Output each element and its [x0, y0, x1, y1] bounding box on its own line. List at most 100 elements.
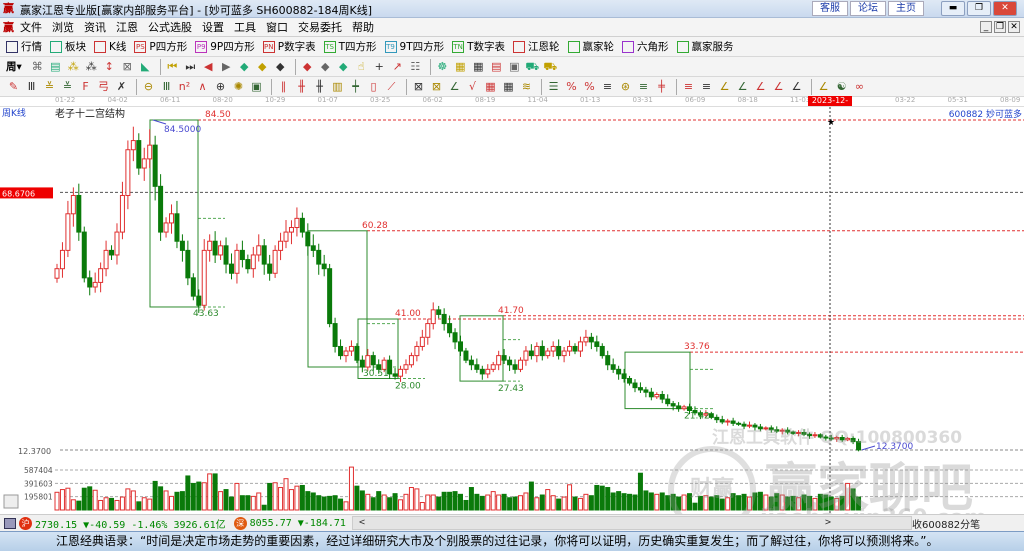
menu-2[interactable]: 资讯 [84, 19, 106, 35]
toolbar3-tool-28-icon[interactable]: ☰ [546, 79, 561, 94]
toolbar-p9-button[interactable]: P9 9P四方形 [195, 39, 255, 54]
toolbar3-tool-20-icon[interactable]: ⟋ [384, 79, 399, 94]
toolbar2-tool-6-icon[interactable]: ◣ [138, 59, 153, 74]
toolbar3-tool-38-icon[interactable]: ∠ [735, 79, 750, 94]
toolbar2-tool-20-icon[interactable]: ☷ [408, 59, 423, 74]
toolbar3-tool-13-icon[interactable]: ▣ [249, 79, 264, 94]
menu-4[interactable]: 公式选股 [148, 19, 192, 35]
menu-3[interactable]: 江恩 [116, 19, 138, 35]
toolbar2-tool-14-icon[interactable]: ◆ [300, 59, 315, 74]
toolbar2-tool-17-icon[interactable]: ☝ [354, 59, 369, 74]
toolbar-pn-button[interactable]: PN P数字表 [262, 39, 316, 54]
toolbar3-tool-31-icon[interactable]: ≡ [600, 79, 615, 94]
toolbar3-tool-12-icon[interactable]: ✺ [231, 79, 246, 94]
toolbar3-tool-10-icon[interactable]: ∧ [195, 79, 210, 94]
toolbar3-tool-44-icon[interactable]: ∞ [852, 79, 867, 94]
menu-0[interactable]: 文件 [20, 19, 42, 35]
toolbar3-tool-34-icon[interactable]: ╪ [654, 79, 669, 94]
toolbar3-tool-26-icon[interactable]: ▦ [501, 79, 516, 94]
toolbar-blocks-button[interactable]: 板块 [50, 39, 86, 54]
toolbar3-tool-37-icon[interactable]: ∠ [717, 79, 732, 94]
toolbar2-tool-1-icon[interactable]: ▤ [48, 59, 63, 74]
toolbar-grid-button[interactable]: 行情 [6, 39, 42, 54]
toolbar3-tool-25-icon[interactable]: ▦ [483, 79, 498, 94]
toolbar-dollar-button[interactable]: 赢家服务 [676, 39, 734, 54]
toolbar3-tool-4-icon[interactable]: F [78, 79, 93, 94]
toolbar2-tool-16-icon[interactable]: ◆ [336, 59, 351, 74]
toolbar3-tool-36-icon[interactable]: ≡ [699, 79, 714, 94]
toolbar2-tool-0-icon[interactable]: ⌘ [30, 59, 45, 74]
toolbar-hexagon-button[interactable]: 六角形 [622, 39, 669, 54]
toolbar2-tool-13-icon[interactable]: ◆ [273, 59, 288, 74]
toolbar3-tool-18-icon[interactable]: ┿ [348, 79, 363, 94]
toolbar3-tool-33-icon[interactable]: ≡ [636, 79, 651, 94]
toolbar3-tool-23-icon[interactable]: ∠ [447, 79, 462, 94]
toolbar3-tool-21-icon[interactable]: ⊠ [411, 79, 426, 94]
toolbar-t9-button[interactable]: T9 9T四方形 [384, 39, 444, 54]
toolbar3-tool-22-icon[interactable]: ⊠ [429, 79, 444, 94]
shanghai-index[interactable]: 2730.15 ▼-40.59 -1.46% 3926.61亿 [35, 516, 226, 531]
customer-service-link[interactable]: 客服 [812, 1, 848, 16]
menu-5[interactable]: 设置 [202, 19, 224, 35]
toolbar3-tool-29-icon[interactable]: % [564, 79, 579, 94]
toolbar2-tool-19-icon[interactable]: ↗ [390, 59, 405, 74]
toolbar2-tool-26-icon[interactable]: ⛟ [525, 59, 540, 74]
menu-6[interactable]: 工具 [234, 19, 256, 35]
toolbar-gann-wheel-button[interactable]: 江恩轮 [513, 39, 560, 54]
toolbar2-tool-5-icon[interactable]: ⊠ [120, 59, 135, 74]
toolbar3-tool-41-icon[interactable]: ∠ [789, 79, 804, 94]
toolbar2-tool-18-icon[interactable]: + [372, 59, 387, 74]
homepage-link[interactable]: 主页 [888, 1, 924, 16]
toolbar2-tool-21-icon[interactable]: ☸ [435, 59, 450, 74]
toolbar2-tool-27-icon[interactable]: ⛟ [543, 59, 558, 74]
toolbar2-tool-11-icon[interactable]: ◆ [237, 59, 252, 74]
toolbar3-tool-2-icon[interactable]: ≚ [42, 79, 57, 94]
toolbar3-tool-39-icon[interactable]: ∠ [753, 79, 768, 94]
kline-chart[interactable]: ★ 84.50 84.5000 43.63 60.28 41.00 30.51 28.00 41… [0, 107, 1024, 514]
toolbar2-tool-25-icon[interactable]: ▣ [507, 59, 522, 74]
toolbar3-tool-40-icon[interactable]: ∠ [771, 79, 786, 94]
toolbar3-tool-27-icon[interactable]: ≋ [519, 79, 534, 94]
forum-link[interactable]: 论坛 [850, 1, 886, 16]
toolbar3-tool-32-icon[interactable]: ⊛ [618, 79, 633, 94]
toolbar3-tool-7-icon[interactable]: ⊖ [141, 79, 156, 94]
mdi-close-button[interactable]: ✕ [1008, 21, 1020, 33]
menu-9[interactable]: 帮助 [352, 19, 374, 35]
horizontal-scrollbar[interactable]: < > [352, 516, 912, 530]
toolbar2-tool-2-icon[interactable]: ⁂ [66, 59, 81, 74]
toolbar3-tool-16-icon[interactable]: ╫ [312, 79, 327, 94]
toolbar2-tool-22-icon[interactable]: ▦ [453, 59, 468, 74]
toolbar3-tool-19-icon[interactable]: ▯ [366, 79, 381, 94]
toolbar3-tool-30-icon[interactable]: % [582, 79, 597, 94]
toolbar3-tool-14-icon[interactable]: ∥ [276, 79, 291, 94]
toolbar3-tool-17-icon[interactable]: ▥ [330, 79, 345, 94]
toolbar3-tool-11-icon[interactable]: ⊕ [213, 79, 228, 94]
minimize-button[interactable]: ▬ [941, 1, 965, 16]
toolbar2-tool-3-icon[interactable]: ⁂ [84, 59, 99, 74]
toolbar3-tool-42-icon[interactable]: ∠ [816, 79, 831, 94]
toolbar3-tool-35-icon[interactable]: ≡ [681, 79, 696, 94]
toolbar3-tool-8-icon[interactable]: Ⅲ [159, 79, 174, 94]
close-button[interactable]: ✕ [993, 1, 1017, 16]
menu-1[interactable]: 浏览 [52, 19, 74, 35]
toolbar-kline-button[interactable]: K线 [94, 39, 126, 54]
restore-button[interactable]: ❐ [967, 1, 991, 16]
menu-7[interactable]: 窗口 [266, 19, 288, 35]
toolbar-tn-button[interactable]: TN T数字表 [452, 39, 505, 54]
toolbar3-tool-6-icon[interactable]: ✗ [114, 79, 129, 94]
toolbar3-tool-24-icon[interactable]: √ [465, 79, 480, 94]
mdi-restore-button[interactable]: ❐ [994, 21, 1006, 33]
toolbar2-tool-24-icon[interactable]: ▤ [489, 59, 504, 74]
toolbar2-tool-8-icon[interactable]: ⏭ [183, 59, 198, 74]
toolbar3-tool-3-icon[interactable]: ≚ [60, 79, 75, 94]
toolbar-winner-wheel-button[interactable]: 赢家轮 [567, 39, 614, 54]
toolbar-ps-button[interactable]: PS P四方形 [134, 39, 187, 54]
toolbar2-tool-7-icon[interactable]: ⏮ [165, 59, 180, 74]
toolbar2-tool-10-icon[interactable]: ▶ [219, 59, 234, 74]
calculator-icon[interactable] [4, 517, 16, 529]
toolbar2-tool-4-icon[interactable]: ↕ [102, 59, 117, 74]
toolbar3-tool-9-icon[interactable]: n² [177, 79, 192, 94]
toolbar2-tool-12-icon[interactable]: ◆ [255, 59, 270, 74]
menu-8[interactable]: 交易委托 [298, 19, 342, 35]
period-select[interactable]: 周 ▾ [6, 59, 22, 74]
